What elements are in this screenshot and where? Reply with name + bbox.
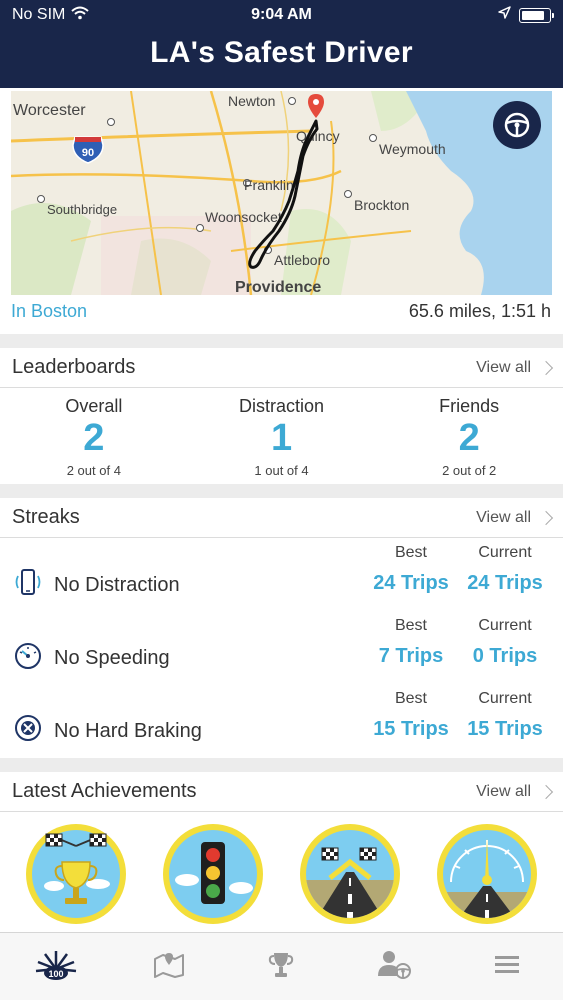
drive-mode-button[interactable] [493,101,541,149]
streaks-title: Streaks [12,506,80,528]
svg-text:Weymouth: Weymouth [379,141,446,157]
trip-location: In Boston [11,301,88,321]
friends-driver-icon [376,948,412,985]
achievements-card: Latest Achievements View all [0,772,563,932]
streak-current-value: 15 Trips [467,718,543,740]
svg-text:Providence: Providence [235,279,321,295]
svg-text:Newton: Newton [228,93,275,109]
streak-row-no-hard-braking[interactable]: No Hard Braking Best Current 15 Trips 15… [0,684,563,757]
current-header: Current [478,690,532,707]
view-all-label: View all [476,358,531,376]
chevron-right-icon [538,784,554,799]
leaderboard-label: Overall [65,396,123,416]
status-bar: No SIM 9:04 AM [0,0,563,30]
achievements-view-all-link[interactable]: View all [476,782,554,801]
top-bar: No SIM 9:04 AM LA's Safest Driver [0,0,563,88]
trip-card[interactable]: 90 Worcester Newton Quincy Weymouth Fran… [0,88,563,334]
phone-vibrate-icon [12,566,44,604]
leaderboard-rank: 1 [270,417,293,459]
carrier-label: No SIM [12,6,66,23]
tab-friends[interactable] [364,942,424,992]
streak-name: No Speeding [54,646,170,669]
streak-current-value: 0 Trips [472,645,538,667]
current-header: Current [478,617,532,634]
chevron-right-icon [538,510,554,525]
map-icon [151,949,187,984]
leaderboard-friends[interactable]: Friends 2 2 out of 2 [375,388,563,478]
svg-text:Franklin: Franklin [244,177,294,193]
trophy-flags-badge-icon[interactable] [24,822,128,926]
svg-text:Southbridge: Southbridge [47,202,117,217]
svg-text:Worcester: Worcester [13,102,86,119]
battery-icon [519,7,554,23]
trophy-icon [266,949,296,984]
streaks-card: Streaks View all No Distraction Best Cur… [0,498,563,758]
leaderboards-title: Leaderboards [12,356,136,378]
page-title: LA's Safest Driver [150,36,413,69]
trip-map[interactable]: 90 Worcester Newton Quincy Weymouth Fran… [11,91,552,295]
best-header: Best [394,690,427,707]
view-all-label: View all [476,508,531,526]
streak-best-value: 15 Trips [373,718,449,740]
current-header: Current [478,544,532,561]
leaderboard-position: 2 out of 4 [66,463,121,478]
score-100-icon: 100 [35,947,77,986]
tab-menu[interactable] [477,942,537,992]
tab-leaderboards[interactable] [251,942,311,992]
leaderboard-rank: 2 [458,417,480,459]
leaderboards-view-all-link[interactable]: View all [476,358,554,377]
svg-text:Woonsocket: Woonsocket [205,209,282,225]
svg-text:90: 90 [82,147,94,159]
location-arrow-icon [498,6,511,24]
streak-best-value: 7 Trips [378,645,444,667]
road-flags-badge-icon[interactable] [298,822,402,926]
svg-text:Attleboro: Attleboro [274,252,330,268]
achievements-title: Latest Achievements [12,780,197,802]
tab-score[interactable]: 100 [26,942,86,992]
streak-name: No Hard Braking [54,719,202,742]
leaderboard-distraction[interactable]: Distraction 1 1 out of 4 [188,388,376,478]
leaderboard-position: 2 out of 2 [442,463,497,478]
streak-best-value: 24 Trips [373,572,449,594]
trip-distance-duration: 65.6 miles, 1:51 h [408,301,551,321]
steering-wheel-icon [503,111,531,139]
svg-text:100: 100 [49,969,64,979]
svg-text:Brockton: Brockton [354,197,409,213]
leaderboard-rank: 2 [83,417,105,459]
menu-icon [493,953,521,980]
view-all-label: View all [476,782,531,800]
tab-bar: 100 [0,932,563,1000]
chevron-right-icon [538,360,554,375]
best-header: Best [394,544,427,561]
streak-name: No Distraction [54,573,180,596]
streak-current-value: 24 Trips [467,572,543,594]
leaderboard-overall[interactable]: Overall 2 2 out of 4 [0,388,188,478]
best-header: Best [394,617,427,634]
leaderboards-card: Leaderboards View all Overall 2 2 out of… [0,348,563,484]
streaks-view-all-link[interactable]: View all [476,508,554,527]
tab-trips-map[interactable] [139,942,199,992]
speedometer-icon [12,639,44,677]
streak-row-no-distraction[interactable]: No Distraction Best Current 24 Trips 24 … [0,538,563,611]
wifi-icon [71,6,90,25]
leaderboard-label: Friends [439,396,500,416]
leaderboard-position: 1 out of 4 [254,463,309,478]
speedometer-road-badge-icon[interactable] [435,822,539,926]
leaderboard-label: Distraction [238,396,325,416]
brake-icon [12,712,44,750]
traffic-light-badge-icon[interactable] [161,822,265,926]
streak-row-no-speeding[interactable]: No Speeding Best Current 7 Trips 0 Trips [0,611,563,684]
